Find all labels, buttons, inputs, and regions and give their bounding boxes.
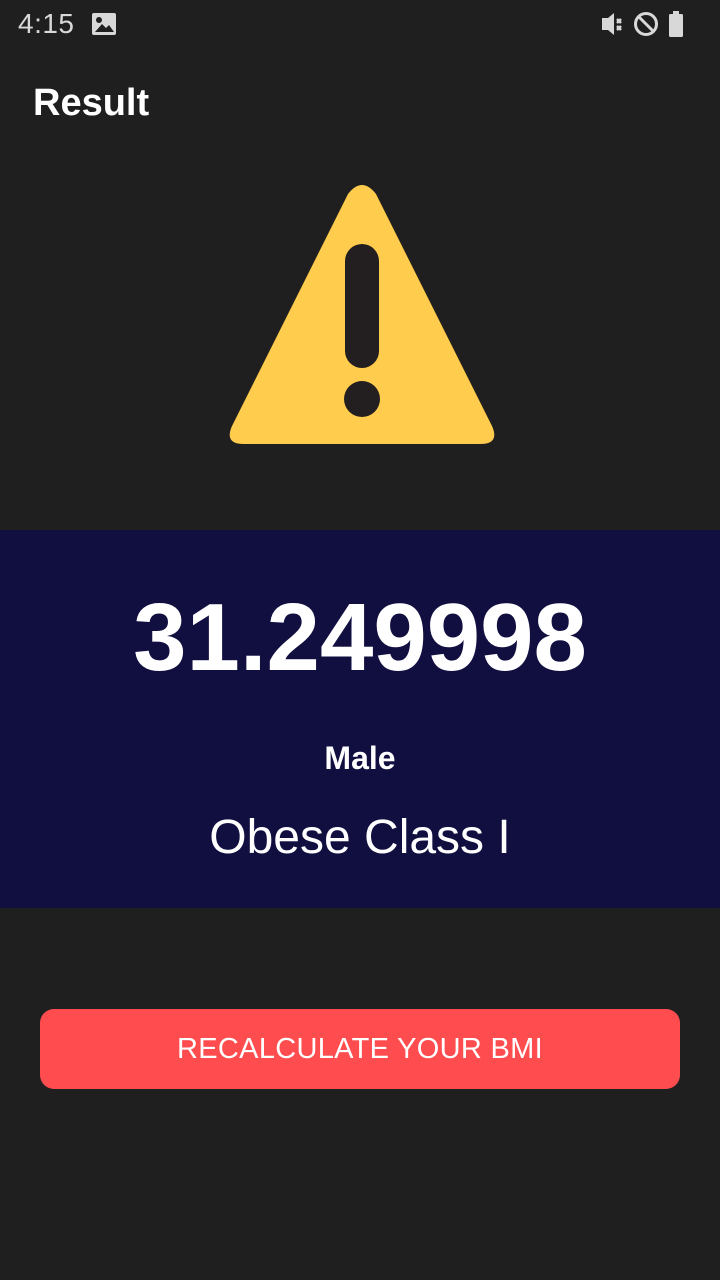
bmi-category: Obese Class I	[209, 811, 511, 864]
status-bar: 4:15	[0, 0, 720, 48]
status-time: 4:15	[18, 8, 75, 39]
image-icon	[91, 12, 117, 41]
vibrate-off-icon	[602, 13, 622, 35]
gender-label: Male	[324, 740, 396, 776]
battery-icon	[669, 11, 683, 37]
bmi-value: 31.249998	[133, 584, 587, 691]
page-title: Result	[33, 82, 150, 124]
do-not-disturb-icon	[634, 12, 658, 36]
warning-triangle-icon	[226, 182, 498, 453]
recalculate-button[interactable]: RECALCULATE YOUR BMI	[40, 1009, 680, 1089]
